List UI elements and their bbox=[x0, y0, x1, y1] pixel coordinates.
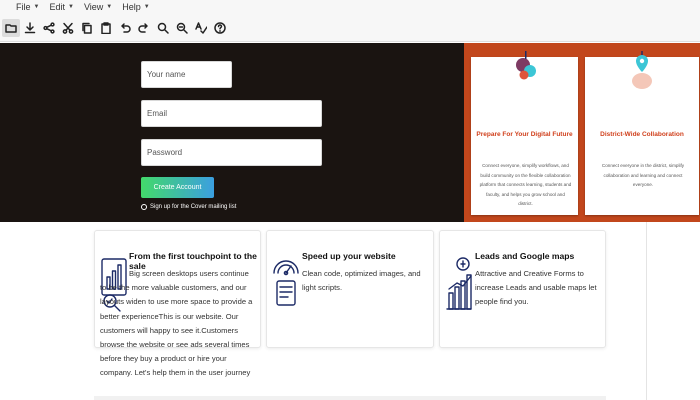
undo-icon[interactable] bbox=[116, 19, 134, 37]
cut-icon[interactable] bbox=[59, 19, 77, 37]
feature-card-text: Clean code, optimized images, and light … bbox=[302, 269, 421, 293]
menu-help[interactable]: Help ▼ bbox=[122, 2, 149, 12]
zoom-in-icon[interactable] bbox=[154, 19, 172, 37]
copy-icon[interactable] bbox=[78, 19, 96, 37]
paste-icon[interactable] bbox=[97, 19, 115, 37]
caret-down-icon: ▼ bbox=[33, 4, 40, 10]
create-account-button[interactable]: Create Account bbox=[141, 177, 214, 198]
feature-card: From the first touchpoint to the sale Bi… bbox=[94, 230, 261, 377]
divider bbox=[94, 396, 606, 400]
menubar: File ▼ Edit ▼ View ▼ Help ▼ bbox=[0, 0, 700, 14]
growth-chart-icon bbox=[445, 255, 473, 318]
feature-card: Speed up your website Clean code, optimi… bbox=[266, 230, 434, 348]
name-placeholder: Your name bbox=[147, 70, 186, 79]
feature-card-text: Attractive and Creative Forms to increas… bbox=[475, 269, 597, 307]
caret-down-icon: ▼ bbox=[143, 4, 150, 10]
promo-card: Prepare For Your Digital Future Connect … bbox=[471, 51, 578, 215]
menu-edit-label: Edit bbox=[49, 2, 65, 12]
help-icon[interactable] bbox=[211, 19, 229, 37]
menu-edit[interactable]: Edit ▼ bbox=[49, 2, 73, 12]
mailing-list-label: Sign up for the Cover mailing list bbox=[150, 204, 237, 210]
promo-card-title: Prepare For Your Digital Future bbox=[476, 131, 573, 138]
menu-help-label: Help bbox=[122, 2, 141, 12]
promo-band: Prepare For Your Digital Future Connect … bbox=[464, 43, 700, 222]
redo-icon[interactable] bbox=[135, 19, 153, 37]
spellcheck-icon[interactable] bbox=[192, 19, 210, 37]
menu-view-label: View bbox=[83, 2, 104, 12]
share-icon[interactable] bbox=[40, 19, 58, 37]
promo-card-text: Connect everyone, simplify workflows, an… bbox=[479, 163, 572, 206]
mailing-list-radio[interactable] bbox=[141, 204, 147, 210]
zoom-out-icon[interactable] bbox=[173, 19, 191, 37]
email-placeholder: Email bbox=[147, 109, 168, 118]
promo-card-title: District-Wide Collaboration bbox=[600, 131, 684, 138]
password-placeholder: Password bbox=[147, 148, 183, 157]
feature-card-title: Leads and Google maps bbox=[475, 251, 575, 261]
email-input[interactable]: Email bbox=[141, 100, 322, 127]
menu-view[interactable]: View ▼ bbox=[84, 2, 112, 12]
promo-card: District-Wide Collaboration Connect ever… bbox=[585, 51, 699, 215]
hero-section: Your name Email Password Create Account … bbox=[0, 43, 464, 222]
speedometer-icon bbox=[272, 251, 300, 318]
password-input[interactable]: Password bbox=[141, 139, 322, 166]
name-input[interactable]: Your name bbox=[141, 61, 232, 88]
digital-future-icon bbox=[515, 51, 537, 94]
menu-file[interactable]: File ▼ bbox=[16, 2, 39, 12]
divider bbox=[646, 222, 647, 400]
menu-file-label: File bbox=[16, 2, 31, 12]
mailing-list-option[interactable]: Sign up for the Cover mailing list bbox=[141, 204, 236, 210]
folder-icon[interactable] bbox=[2, 18, 20, 37]
download-icon[interactable] bbox=[21, 19, 39, 37]
caret-down-icon: ▼ bbox=[67, 4, 74, 10]
feature-card-title: Speed up your website bbox=[302, 251, 396, 261]
feature-card: Leads and Google maps Attractive and Cre… bbox=[439, 230, 606, 348]
feature-card-text: Big screen desktops users continue to be… bbox=[100, 269, 253, 378]
promo-card-text: Connect everyone in the district, simpli… bbox=[601, 163, 685, 187]
map-pin-icon bbox=[629, 51, 655, 96]
caret-down-icon: ▼ bbox=[106, 4, 113, 10]
toolbar bbox=[0, 14, 700, 42]
create-account-label: Create Account bbox=[153, 184, 202, 191]
